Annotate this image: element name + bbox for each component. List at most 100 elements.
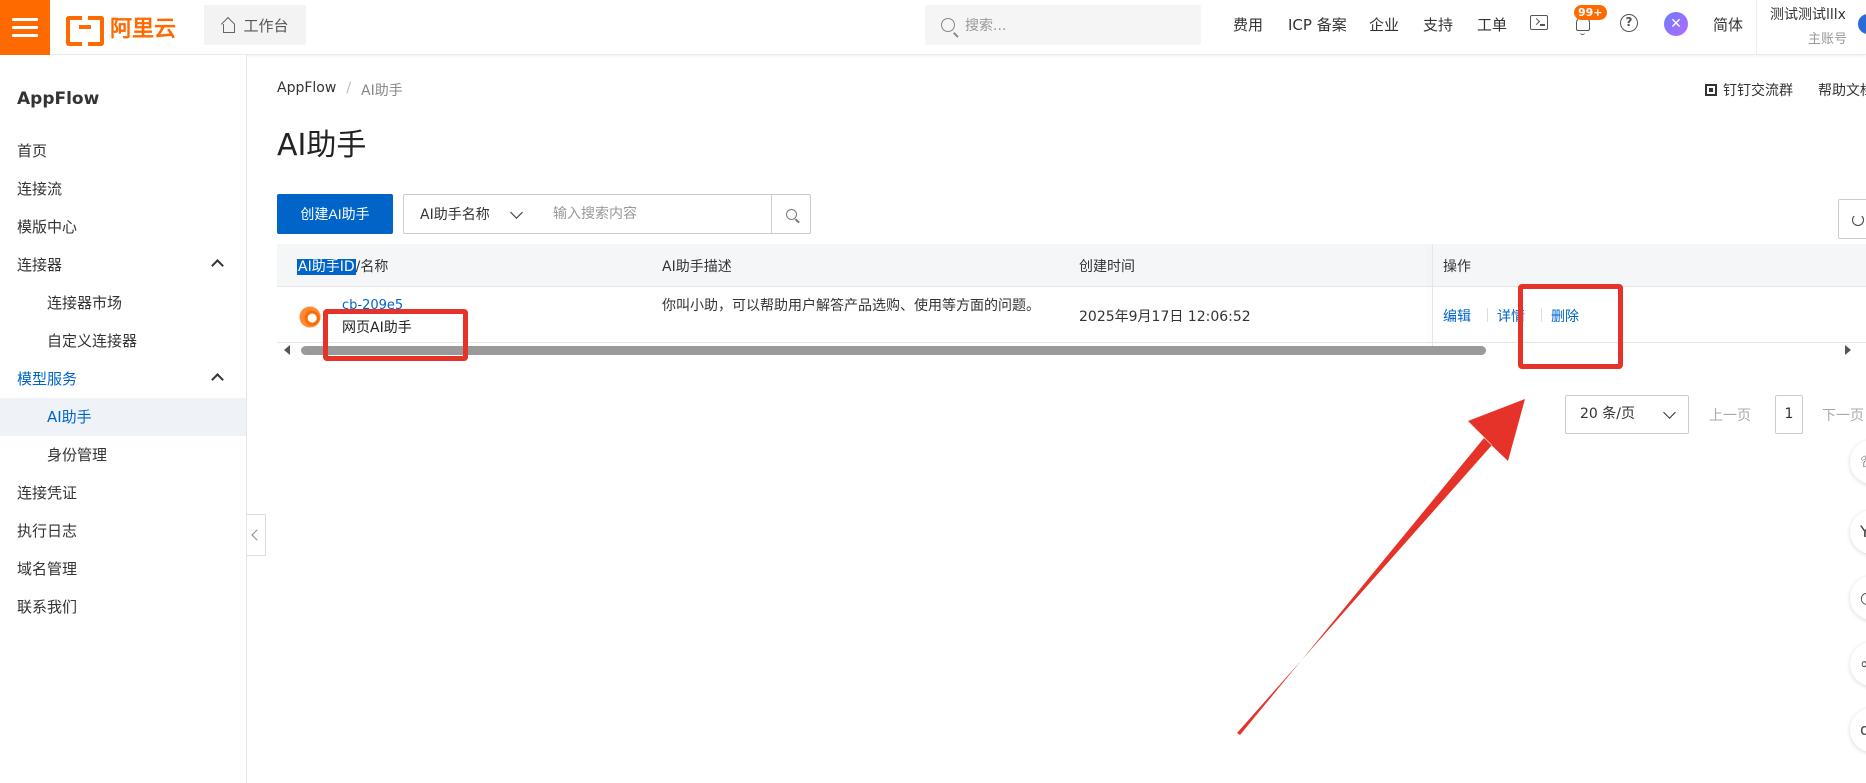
- create-ai-assistant-button[interactable]: 创建AI助手: [277, 194, 393, 234]
- sidebar-group-connectors[interactable]: 连接器: [0, 246, 246, 284]
- sidebar-item-custom-connector[interactable]: 自定义连接器: [0, 322, 246, 360]
- page-number-button[interactable]: 1: [1775, 395, 1803, 434]
- scroll-left-icon[interactable]: [284, 345, 290, 355]
- select-value: AI助手名称: [420, 207, 490, 223]
- avatar[interactable]: [1858, 14, 1866, 34]
- sidebar-title: AppFlow: [17, 89, 100, 109]
- sidebar-item-ai-assistant[interactable]: AI助手: [0, 398, 246, 436]
- sidebar-group-model-service[interactable]: 模型服务: [0, 360, 246, 398]
- help-doc-link[interactable]: 帮助文档: [1818, 80, 1866, 100]
- scroll-right-icon[interactable]: [1845, 345, 1851, 355]
- home-icon: [221, 18, 236, 33]
- refresh-button[interactable]: [1838, 199, 1866, 239]
- user-divider: [1756, 0, 1757, 55]
- page-size-value: 20 条/页: [1580, 406, 1635, 422]
- workbench-label: 工作台: [243, 16, 289, 35]
- float-tool-filter[interactable]: Y: [1850, 510, 1866, 554]
- row-created-time: 2025年9月17日 12:06:52: [1079, 309, 1251, 325]
- hamburger-menu-icon[interactable]: [0, 0, 50, 55]
- breadcrumb-root[interactable]: AppFlow: [277, 80, 336, 100]
- scrollbar-thumb[interactable]: [301, 346, 1486, 355]
- language-switch[interactable]: 简体: [1713, 14, 1743, 35]
- float-tool-doc[interactable]: d: [1850, 708, 1866, 752]
- ai-bot-icon: [299, 306, 321, 328]
- search-placeholder: 搜索...: [965, 18, 1007, 34]
- annotation-box-name: [323, 309, 468, 361]
- page-size-select[interactable]: 20 条/页: [1565, 395, 1689, 434]
- filter-icon: Y: [1860, 522, 1866, 541]
- edit-link[interactable]: 编辑: [1443, 306, 1471, 326]
- table-row: cb-209e5 网页AI助手 你叫小助，可以帮助用户解答产品选购、使用等方面的…: [277, 287, 1866, 343]
- sidebar-group-label: 模型服务: [17, 370, 78, 388]
- sidebar: AppFlow 首页 连接流 模版中心 连接器 连接器市场 自定义连接器 模型服…: [0, 55, 247, 783]
- chevron-up-icon: [211, 259, 224, 272]
- user-name[interactable]: 测试测试lllx: [1770, 4, 1846, 24]
- annotation-box-delete: [1518, 284, 1623, 369]
- sidebar-item-flows[interactable]: 连接流: [0, 170, 246, 208]
- top-navigation-bar: 阿里云 工作台 搜索... 费用 ICP 备案 企业 支持 工单 99+ ? ✕…: [0, 0, 1866, 55]
- dingtalk-group-link[interactable]: 钉钉交流群: [1705, 80, 1793, 100]
- selected-text-highlight: AI助手ID: [297, 259, 356, 275]
- column-header-id-name[interactable]: AI助手ID/名称: [297, 256, 388, 276]
- float-tool-chat[interactable]: ☏: [1850, 440, 1866, 484]
- column-header-actions: 操作: [1443, 259, 1471, 275]
- search-field-select[interactable]: AI助手名称: [403, 194, 538, 234]
- sidebar-item-logs[interactable]: 执行日志: [0, 512, 246, 550]
- sidebar-item-connector-market[interactable]: 连接器市场: [0, 284, 246, 322]
- top-link-enterprise[interactable]: 企业: [1369, 14, 1399, 35]
- breadcrumb-separator: /: [346, 80, 352, 96]
- table-header: AI助手ID/名称 AI助手描述 创建时间 操作: [277, 244, 1866, 287]
- service-icon: ◔: [1860, 588, 1866, 607]
- notification-badge: 99+: [1574, 5, 1607, 20]
- sidebar-collapse-button[interactable]: [247, 514, 266, 556]
- top-link-ticket[interactable]: 工单: [1477, 14, 1507, 35]
- document-icon: d: [1860, 720, 1866, 739]
- search-input[interactable]: [537, 194, 772, 234]
- refresh-icon: [1852, 214, 1864, 226]
- breadcrumb: AppFlow / AI助手: [277, 80, 403, 100]
- sidebar-item-identity[interactable]: 身份管理: [0, 436, 246, 474]
- annotation-arrow: [1237, 399, 1525, 735]
- search-icon: [941, 18, 955, 32]
- sidebar-item-domains[interactable]: 域名管理: [0, 550, 246, 588]
- chevron-down-icon: [510, 206, 523, 219]
- sidebar-item-credentials[interactable]: 连接凭证: [0, 474, 246, 512]
- top-link-billing[interactable]: 费用: [1233, 14, 1263, 35]
- arrow-shape: [1237, 399, 1525, 735]
- horizontal-scrollbar[interactable]: [277, 343, 1866, 355]
- global-search-input[interactable]: 搜索...: [925, 5, 1201, 45]
- column-header-rest: /名称: [355, 259, 389, 275]
- ai-assistant-app-icon[interactable]: ✕: [1664, 12, 1688, 36]
- help-icon[interactable]: ?: [1620, 14, 1638, 32]
- qrcode-icon: [1705, 84, 1717, 96]
- column-header-description: AI助手描述: [662, 259, 732, 275]
- sidebar-item-templates[interactable]: 模版中心: [0, 208, 246, 246]
- link-icon: ∞: [1860, 654, 1866, 673]
- sidebar-group-label: 连接器: [17, 256, 63, 274]
- breadcrumb-current: AI助手: [361, 83, 403, 99]
- float-tool-link[interactable]: ∞: [1850, 642, 1866, 686]
- search-button[interactable]: [771, 194, 811, 234]
- actions-column-divider: [1432, 244, 1433, 354]
- logo-text: 阿里云: [110, 17, 177, 42]
- terminal-icon[interactable]: [1530, 15, 1548, 30]
- next-page-button[interactable]: 下一页: [1822, 405, 1864, 425]
- aliyun-logo-icon: [66, 16, 104, 46]
- user-role: 主账号: [1808, 32, 1848, 47]
- column-header-created: 创建时间: [1079, 259, 1135, 275]
- aliyun-logo[interactable]: 阿里云: [66, 12, 177, 46]
- chevron-up-icon: [211, 373, 224, 386]
- action-separator: [1487, 308, 1488, 322]
- float-tool-service[interactable]: ◔: [1850, 576, 1866, 620]
- search-icon: [785, 208, 797, 220]
- ai-assistant-table: AI助手ID/名称 AI助手描述 创建时间 操作 cb-209e5 网页AI助手…: [277, 244, 1866, 355]
- top-link-support[interactable]: 支持: [1423, 14, 1453, 35]
- workbench-button[interactable]: 工作台: [204, 5, 306, 45]
- prev-page-button[interactable]: 上一页: [1709, 405, 1751, 425]
- top-link-icp[interactable]: ICP 备案: [1288, 14, 1347, 35]
- chevron-down-icon: [1663, 406, 1676, 419]
- row-assistant-description: 你叫小助，可以帮助用户解答产品选购、使用等方面的问题。: [662, 298, 1040, 314]
- sidebar-item-contact[interactable]: 联系我们: [0, 588, 246, 626]
- sidebar-item-home[interactable]: 首页: [0, 132, 246, 170]
- chat-icon: ☏: [1860, 452, 1866, 471]
